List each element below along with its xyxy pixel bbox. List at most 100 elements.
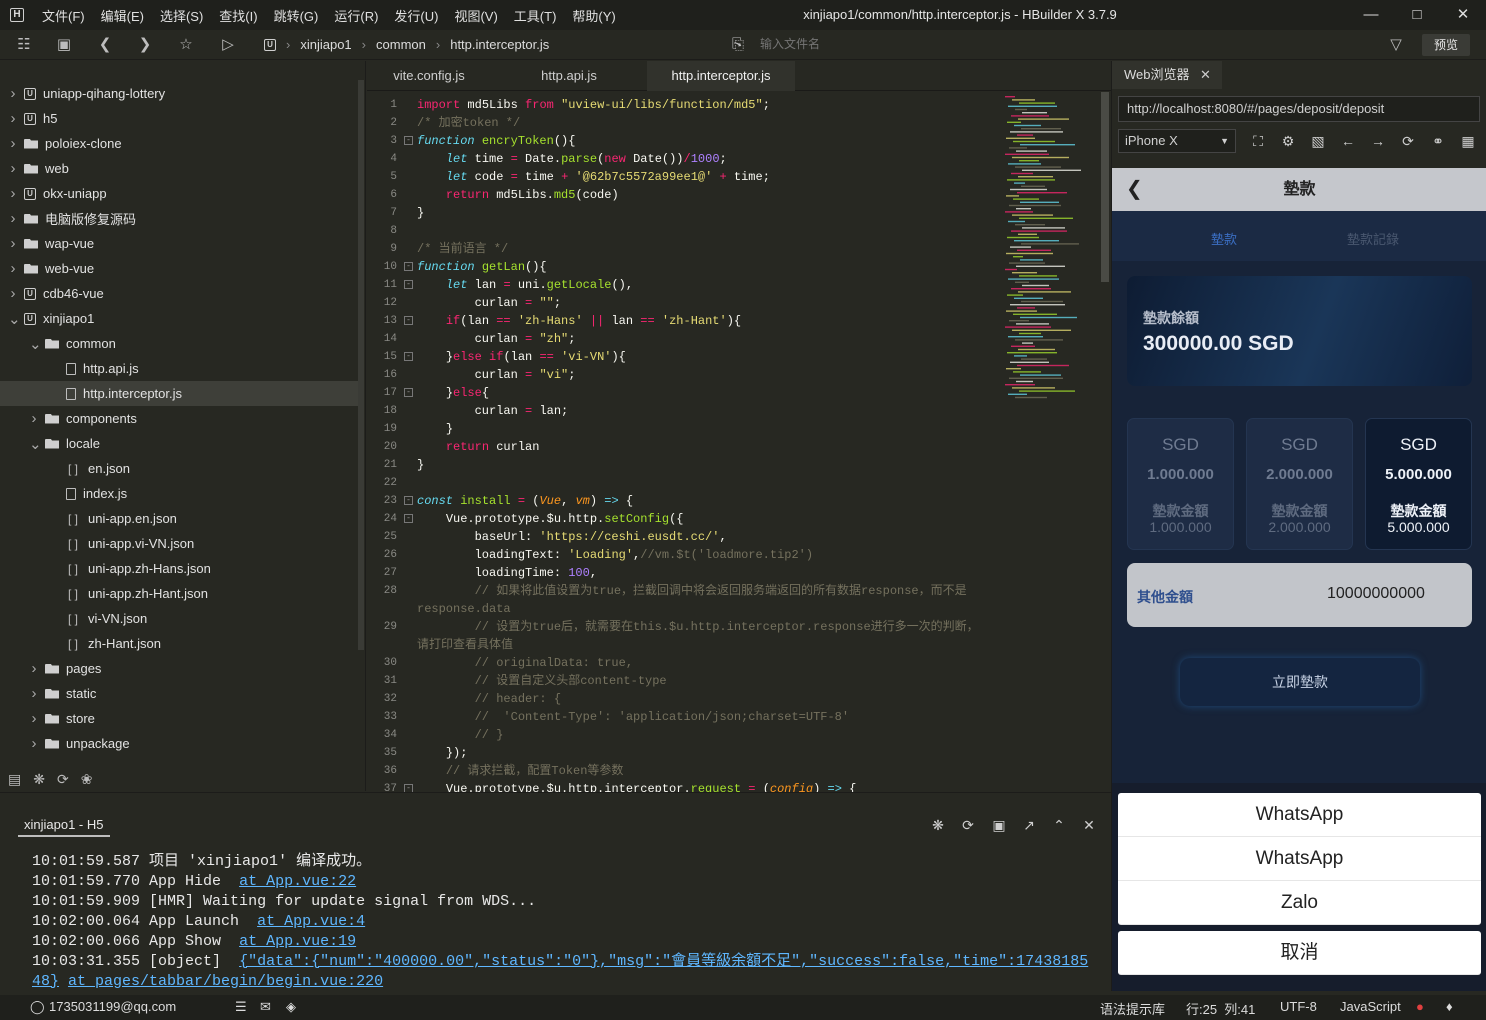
code-line[interactable]: 7} [367,204,1003,222]
tree-item[interactable]: index.js [0,481,358,506]
code-line[interactable]: 34 // } [367,726,1003,744]
sheet-item-whatsapp[interactable]: WhatsApp [1118,793,1481,837]
breadcrumb-item[interactable]: xinjiapo1 [300,37,351,52]
sheet-cancel-button[interactable]: 取消 [1118,931,1481,975]
code-line[interactable]: 15- }else if(lan == 'vi-VN'){ [367,348,1003,366]
chevron-right-icon[interactable]: › [8,85,18,102]
device-select[interactable]: iPhone X ▼ [1118,129,1236,153]
tab-http-interceptor[interactable]: http.interceptor.js [647,61,795,91]
code-line[interactable]: 14 curlan = "zh"; [367,330,1003,348]
fold-icon[interactable]: - [404,514,413,523]
sheet-item-zalo[interactable]: Zalo [1118,881,1481,925]
tree-item[interactable]: › components [0,406,358,431]
code-line[interactable]: 31 // 设置自定义头部content-type [367,672,1003,690]
filter-icon[interactable]: ▽ [1386,35,1406,55]
bell-icon[interactable]: ♦ [1446,999,1453,1014]
fold-icon[interactable]: - [404,280,413,289]
menu-item[interactable]: 帮助(Y) [564,6,623,25]
code-line[interactable]: 19 } [367,420,1003,438]
code-line[interactable]: 12 curlan = ""; [367,294,1003,312]
source-control-icon[interactable]: ⟳ [57,771,69,788]
chevron-up-icon[interactable]: ⌃ [1049,815,1069,835]
code-line[interactable]: 30 // originalData: true, [367,654,1003,672]
sheet-item-whatsapp[interactable]: WhatsApp [1118,837,1481,881]
tree-item[interactable]: › Uh5 [0,106,358,131]
chevron-right-icon[interactable]: › [8,210,18,227]
close-panel-icon[interactable]: ✕ [1079,815,1099,835]
menu-item[interactable]: 视图(V) [446,6,505,25]
chevron-right-icon[interactable]: › [8,285,18,302]
console-link[interactable]: {"data":{"num":"400000.00","status":"0"}… [239,953,1088,970]
code-line[interactable]: 11- let lan = uni.getLocale(), [367,276,1003,294]
fold-icon[interactable]: - [404,352,413,361]
tree-item[interactable]: › unpackage [0,731,358,756]
code-line[interactable]: 8 [367,222,1003,240]
tree-item[interactable]: ⌄ common [0,331,358,356]
tree-item[interactable]: [ ] uni-app.zh-Hant.json [0,581,358,606]
menu-item[interactable]: 发行(U) [386,6,446,25]
amount-option[interactable]: SGD 2.000.000 墊款金額 2.000.000 [1246,418,1353,550]
tab-deposit-records[interactable]: 墊款記錄 [1347,229,1399,248]
other-amount-field[interactable]: 其他金額 10000000000 [1127,563,1472,627]
code-line[interactable]: 13- if(lan == 'zh-Hans' || lan == 'zh-Ha… [367,312,1003,330]
code-line[interactable]: 36 // 请求拦截，配置Token等参数 [367,762,1003,780]
chevron-down-icon[interactable]: ⌄ [29,435,42,453]
screenshot-icon[interactable]: ⛶ [1248,131,1268,151]
console-icon[interactable]: ▧ [1308,131,1328,151]
update-icon[interactable]: ● [1416,999,1424,1014]
code-line[interactable]: 请打印查看具体值 [367,636,1003,654]
chevron-right-icon[interactable]: › [8,185,18,202]
code-line[interactable]: 9 /* 当前语言 */ [367,240,1003,258]
list-icon[interactable]: ☰ [235,999,247,1015]
tree-item[interactable]: [ ] vi-VN.json [0,606,358,631]
amount-option[interactable]: SGD 1.000.000 墊款金額 1.000.000 [1127,418,1234,550]
tree-item[interactable]: › web [0,156,358,181]
run-icon[interactable]: ▷ [218,35,238,55]
breadcrumb-item[interactable]: http.interceptor.js [450,37,549,52]
code-line[interactable]: 25 baseUrl: 'https://ceshi.eusdt.cc/', [367,528,1003,546]
code-line[interactable]: 22 [367,474,1003,492]
back-icon[interactable]: ❮ [95,35,115,55]
stop-icon[interactable]: ▣ [989,815,1009,835]
sidebar-scrollbar[interactable] [358,80,364,650]
settings-icon[interactable]: ⚙ [1278,131,1298,151]
code-line[interactable]: 29 // 设置为true后，就需要在this.$u.http.intercep… [367,618,1003,636]
code-line[interactable]: 26 loadingText: 'Loading',//vm.$t('loadm… [367,546,1003,564]
console-link[interactable]: at App.vue:19 [239,933,356,950]
code-line[interactable]: 28 // 如果将此值设置为true，拦截回调中将会返回服务端返回的所有数据re… [367,582,1003,600]
lock-icon[interactable]: ⚭ [1428,131,1448,151]
tab-deposit[interactable]: 墊款 [1211,229,1237,248]
qrcode-icon[interactable]: ▦ [1458,131,1478,151]
code-line[interactable]: 32 // header: { [367,690,1003,708]
forward-arrow-icon[interactable]: → [1368,131,1388,151]
close-icon[interactable]: ✕ [1440,0,1486,30]
code-line[interactable]: response.data [367,600,1003,618]
code-line[interactable]: 35 }); [367,744,1003,762]
tree-item[interactable]: › static [0,681,358,706]
code-line[interactable]: 18 curlan = lan; [367,402,1003,420]
chevron-right-icon[interactable]: › [29,660,39,677]
tree-item[interactable]: ⌄ Uxinjiapo1 [0,306,358,331]
fold-icon[interactable]: - [404,496,413,505]
user-icon[interactable]: ◯ [30,999,45,1015]
menu-item[interactable]: 选择(S) [152,6,211,25]
tree-item[interactable]: [ ] uni-app.zh-Hans.json [0,556,358,581]
console-link[interactable]: at App.vue:4 [257,913,365,930]
tree-item[interactable]: › 电脑版修复源码 [0,206,358,231]
tree-item[interactable]: › wap-vue [0,231,358,256]
tree-item[interactable]: [ ] zh-Hant.json [0,631,358,656]
chevron-right-icon[interactable]: › [8,160,18,177]
code-line[interactable]: 33 // 'Content-Type': 'application/json;… [367,708,1003,726]
chevron-right-icon[interactable]: › [8,260,18,277]
code-line[interactable]: 6 return md5Libs.md5(code) [367,186,1003,204]
chevron-right-icon[interactable]: › [8,235,18,252]
message-icon[interactable]: ✉ [260,999,271,1015]
preview-button[interactable]: 预览 [1422,34,1470,56]
close-icon[interactable]: ✕ [1200,61,1211,89]
chevron-right-icon[interactable]: › [29,410,39,427]
tree-item[interactable]: › poloiex-clone [0,131,358,156]
chevron-down-icon[interactable]: ⌄ [29,335,42,353]
fold-icon[interactable]: - [404,136,413,145]
menu-item[interactable]: 运行(R) [326,6,386,25]
menu-item[interactable]: 编辑(E) [93,6,152,25]
